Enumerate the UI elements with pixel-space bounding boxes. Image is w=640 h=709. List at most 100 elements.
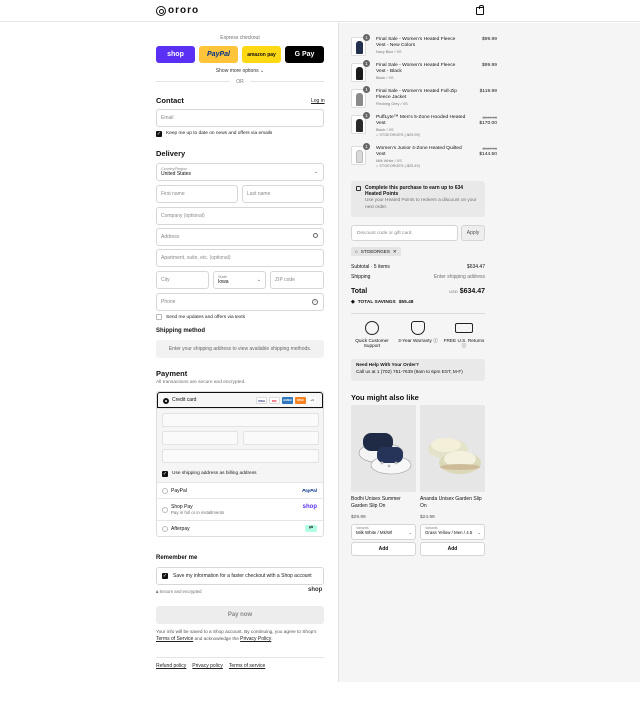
apply-discount-button[interactable]: Apply [461,225,485,241]
secure-encrypted-text: Secure and encrypted [159,589,202,594]
product-name[interactable]: Ananda Unisex Garden Slip On [420,496,485,512]
google-pay-button[interactable]: G Pay [285,46,324,63]
paypal-radio[interactable] [162,488,168,494]
sms-checkbox[interactable] [156,314,162,320]
top-bar: ororo [0,0,640,22]
privacy-policy-link[interactable]: Privacy policy [192,663,223,669]
headset-icon [365,321,379,335]
discover-icon: DISC [295,397,306,404]
save-info-box: ✓ Save my information for a faster check… [156,567,324,585]
zip-field[interactable]: ZIP code [270,271,324,289]
paypal-button[interactable]: PayPal [199,46,238,63]
save-info-checkbox[interactable]: ✓ [162,573,168,579]
savings-row: ◆ TOTAL SAVINGS $55.48 [351,300,485,305]
card-name-field[interactable] [162,449,319,463]
item-variant: Flecking Grey / XS [376,101,408,106]
remove-discount-icon[interactable]: ✕ [393,249,397,255]
feature-support-label: Quick Customer Support [355,338,389,348]
vest-icon [356,67,363,80]
item-variant: Black / XS [376,75,394,80]
newsletter-checkbox[interactable]: ✓ [156,131,162,137]
phone-field[interactable]: Phone ? [156,293,324,311]
first-name-field[interactable]: First name [156,185,238,203]
amazon-pay-button[interactable]: amazon pay [242,46,281,63]
shop-pay-sublabel: Pay in full or in installments [171,510,225,515]
feature-returns-label[interactable]: FREE U.S. Returns ⓘ [444,338,485,348]
card-form: ✓ Use shipping address as billing addres… [157,408,323,482]
credit-card-label: Credit card [172,397,197,403]
email-field[interactable]: Email [156,109,324,127]
card-expiry-field[interactable] [162,431,238,445]
payment-subtitle: All transactions are secure and encrypte… [156,380,246,385]
city-field[interactable]: City [156,271,209,289]
recommended-product: Ananda Unisex Garden Slip On $24.99 Vari… [420,405,485,556]
shop-pay-radio[interactable] [162,507,168,513]
checkout-form: Express checkout shop PayPal amazon pay … [0,23,338,709]
item-price: $99.99 [482,37,497,42]
item-price: $170.00 [479,121,497,127]
credit-card-radio[interactable] [163,398,169,404]
brand-logo[interactable]: ororo [156,5,199,16]
item-discount-code: STGEORGES (-$29.99) [379,133,420,138]
shop-brand-mark: shop [308,587,323,593]
heated-points-box: Complete this purchase to earn up to 634… [351,181,485,217]
shop-logo-icon: shop [302,504,317,510]
card-cvv-field[interactable] [243,431,319,445]
save-info-label: Save my information for a faster checkou… [173,573,312,579]
afterpay-radio[interactable] [162,526,168,532]
total-amount: USD $634.47 [449,288,485,295]
country-select[interactable]: Country/Region United States ⌄ [156,163,324,181]
add-to-cart-button[interactable]: Add [351,542,416,556]
quantity-badge: 1 [363,143,370,150]
order-summary: 1 Final Sale - Women's Heated Fleece Ves… [338,23,640,682]
total-value: $634.47 [459,288,485,295]
apartment-field[interactable]: Apartment, suite, etc. (optional) [156,249,324,267]
item-price: $99.99 [482,63,497,68]
country-value: United States [161,171,192,177]
product-name[interactable]: Bodhi Unisex Summer Garden Slip On [351,496,416,512]
variant-value: Milk White / Mk/Wl [356,530,393,535]
shipping-method-info: Enter your shipping address to view avai… [156,340,324,358]
billing-same-checkbox[interactable]: ✓ [162,471,168,477]
address-field[interactable]: Address [156,228,324,246]
state-select[interactable]: State Iowa ⌄ [213,271,266,289]
summary-divider [351,313,485,314]
login-link[interactable]: Log in [311,98,325,104]
shipping-method-title: Shipping method [156,328,205,334]
last-name-field[interactable]: Last name [242,185,324,203]
product-image[interactable] [351,405,416,492]
item-price-block: $199.99 $170.00 [463,115,497,128]
shop-pay-button[interactable]: shop [156,46,195,63]
shop-pay-option[interactable]: Shop Pay Pay in full or in installments … [157,498,323,520]
vest-icon [356,150,363,163]
variant-select[interactable]: Variants Milk White / Mk/Wl ⌄ [351,524,416,540]
shop-privacy-link[interactable]: Privacy Policy [240,636,271,642]
footer-divider [156,657,324,658]
pay-now-button[interactable]: Pay now [156,606,324,624]
add-to-cart-button[interactable]: Add [420,542,485,556]
cart-item: 1 PuffLyte™ Men's 5-Zone Hooded Heated V… [351,112,497,144]
variant-select[interactable]: Variants Grass Yellow / Men / 4.5 ⌄ [420,524,485,540]
company-field[interactable]: Company (optional) [156,207,324,225]
credit-card-option[interactable]: Credit card VISA MC AMEX DISC +4 [157,392,323,408]
product-image[interactable] [420,405,485,492]
terms-of-service-link[interactable]: Terms of service [229,663,265,669]
help-icon[interactable]: ? [312,299,318,305]
show-more-options-link[interactable]: Show more options ⌄ [156,68,324,74]
paypal-logo-icon: PayPal [302,488,317,493]
refund-policy-link[interactable]: Refund policy [156,663,186,669]
item-name: Final Sale - Women's Heated Full-Zip Fle… [376,89,458,101]
subtotal-label: Subtotal · 5 items [351,264,390,270]
discount-code-input[interactable]: Discount code or gift card [351,225,458,241]
brand-name: ororo [168,5,200,16]
lock-icon: 🔒︎ [156,589,159,594]
feature-warranty-label[interactable]: 3-Year Warranty ⓘ [398,338,438,343]
shopping-bag-icon[interactable] [476,5,484,15]
phone-placeholder: Phone [161,299,176,305]
card-number-field[interactable] [162,413,319,427]
shop-terms-link[interactable]: Terms of Service [156,636,193,642]
paypal-option[interactable]: PayPal PayPal [157,482,323,498]
express-checkout-title: Express checkout [220,35,260,41]
item-discount: ⌂ STGEORGES (-$29.99) [376,133,466,139]
afterpay-option[interactable]: Afterpay ⇄ [157,520,323,536]
